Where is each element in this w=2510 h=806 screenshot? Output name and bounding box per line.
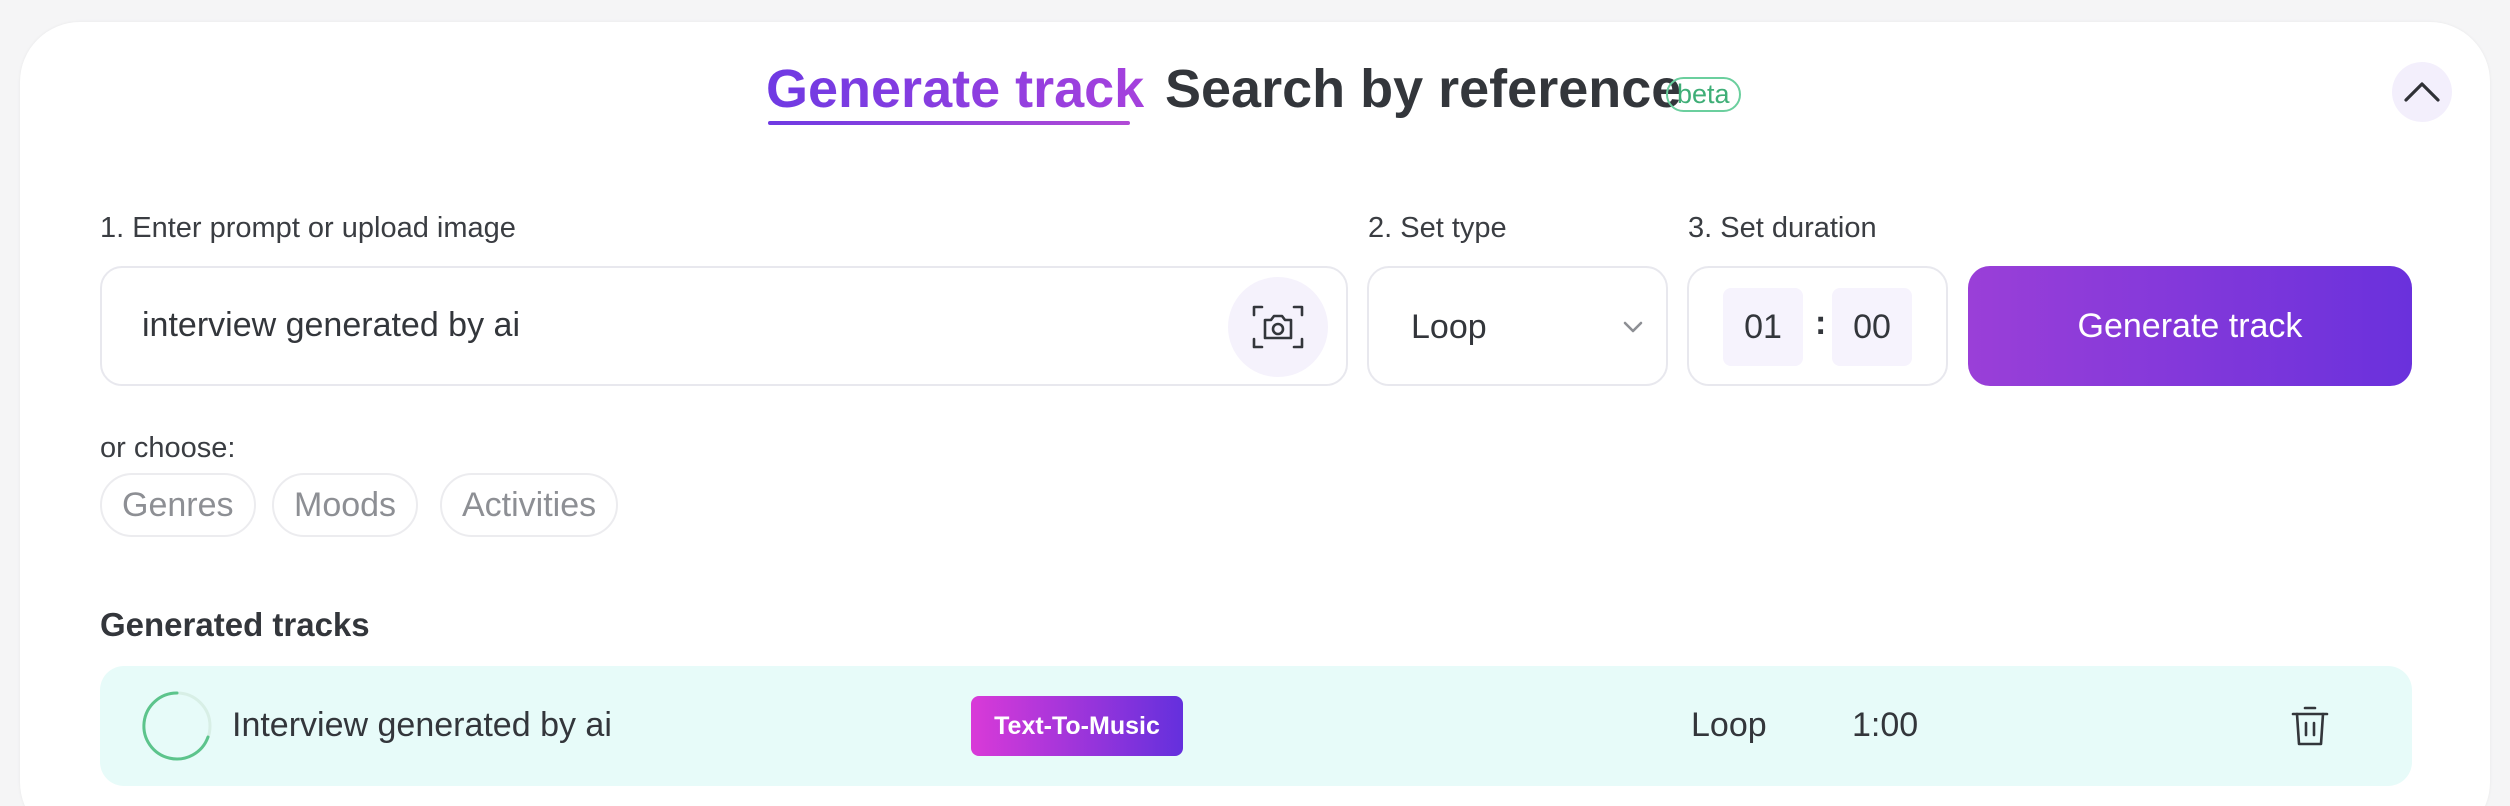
track-type: Loop	[1691, 706, 1767, 744]
chip-moods[interactable]: Moods	[272, 473, 419, 537]
prompt-label: 1. Enter prompt or upload image	[100, 212, 516, 244]
duration-separator: :	[1815, 304, 1827, 342]
active-tab-underline	[768, 121, 1130, 125]
type-selected-value: Loop	[1411, 308, 1487, 346]
track-duration: 1:00	[1852, 706, 1919, 744]
generate-track-button[interactable]: Generate track	[1968, 266, 2412, 386]
duration-minutes-input[interactable]: 01	[1723, 288, 1803, 366]
trash-icon	[2291, 706, 2329, 746]
delete-track-button[interactable]	[2288, 704, 2332, 748]
tab-generate-track[interactable]: Generate track	[766, 62, 1144, 116]
beta-badge: beta	[1666, 77, 1741, 112]
collapse-button[interactable]	[2392, 62, 2452, 122]
track-row[interactable]: Interview generated by ai Text-To-Music …	[100, 666, 2412, 786]
duration-field: 01 : 00	[1687, 266, 1948, 386]
loading-spinner-icon	[142, 691, 212, 761]
type-select[interactable]: Loop	[1367, 266, 1668, 386]
prompt-input[interactable]	[142, 306, 1142, 345]
chip-genres[interactable]: Genres	[100, 473, 256, 537]
camera-icon	[1252, 305, 1304, 349]
track-title: Interview generated by ai	[232, 706, 612, 744]
type-label: 2. Set type	[1368, 212, 1507, 244]
chip-activities[interactable]: Activities	[440, 473, 619, 537]
prompt-field	[100, 266, 1348, 386]
tab-search-by-reference[interactable]: Search by reference	[1165, 62, 1681, 116]
upload-image-button[interactable]	[1228, 277, 1328, 377]
duration-label: 3. Set duration	[1688, 212, 1877, 244]
duration-seconds-input[interactable]: 00	[1832, 288, 1912, 366]
chevron-down-icon	[1623, 321, 1643, 333]
text-to-music-badge: Text-To-Music	[971, 696, 1183, 756]
generated-tracks-title: Generated tracks	[100, 606, 370, 643]
chevron-up-icon	[2404, 82, 2440, 102]
or-choose-label: or choose:	[100, 432, 236, 464]
